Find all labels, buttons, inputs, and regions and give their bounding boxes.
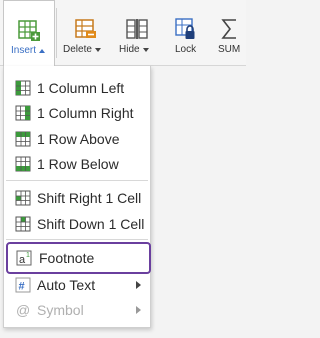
- insert-column-right-icon: [15, 105, 31, 121]
- menu-item-label: Shift Right 1 Cell: [37, 190, 142, 206]
- menu-item-label: 1 Row Below: [37, 156, 119, 172]
- menu-item-shift-down-1-cell[interactable]: Shift Down 1 Cell: [4, 212, 150, 236]
- menu-item-label: 1 Column Left: [37, 80, 125, 96]
- insert-table-icon: [18, 20, 40, 41]
- footnote-icon: a 1: [16, 250, 32, 266]
- menu-item-1-column-right[interactable]: 1 Column Right: [4, 101, 150, 125]
- toolbar: Insert Delete Hide Lock SUM: [0, 0, 246, 66]
- menu-item-footnote[interactable]: a 1 Footnote: [6, 242, 151, 274]
- menu-item-label: Footnote: [39, 250, 95, 266]
- menu-item-label: 1 Column Right: [37, 105, 134, 121]
- auto-text-icon: #: [15, 277, 31, 293]
- delete-label: Delete: [63, 44, 92, 55]
- menu-divider: [6, 239, 148, 240]
- hide-column-icon: [126, 19, 148, 39]
- menu-item-label: Symbol: [37, 302, 84, 318]
- shift-down-icon: [15, 216, 31, 232]
- sum-label: SUM: [218, 44, 241, 55]
- toolbar-divider: [56, 8, 57, 58]
- insert-column-left-icon: [15, 80, 31, 96]
- lock-icon: [175, 18, 195, 39]
- insert-row-below-icon: [15, 156, 31, 172]
- svg-text:a: a: [19, 254, 26, 266]
- caret-up-icon: [39, 48, 46, 53]
- svg-text:#: #: [19, 281, 25, 293]
- menu-item-1-column-left[interactable]: 1 Column Left: [4, 76, 150, 100]
- caret-down-icon: [94, 47, 101, 52]
- symbol-icon: @: [16, 302, 30, 318]
- lock-button[interactable]: Lock: [164, 0, 208, 66]
- menu-item-auto-text[interactable]: # Auto Text: [4, 273, 150, 297]
- lock-label: Lock: [175, 44, 197, 55]
- shift-right-icon: [15, 190, 31, 206]
- menu-item-symbol: @ Symbol: [4, 298, 150, 322]
- sum-icon: [221, 19, 236, 39]
- delete-button[interactable]: Delete: [58, 0, 110, 66]
- menu-item-label: Auto Text: [37, 277, 96, 293]
- submenu-arrow-icon: [136, 281, 141, 289]
- hide-button[interactable]: Hide: [115, 0, 159, 66]
- submenu-arrow-icon: [136, 306, 141, 314]
- svg-text:1: 1: [26, 252, 30, 259]
- delete-table-icon: [75, 19, 96, 38]
- insert-button[interactable]: Insert: [3, 0, 55, 66]
- menu-divider: [6, 180, 148, 181]
- menu-item-1-row-above[interactable]: 1 Row Above: [4, 127, 150, 151]
- sum-button[interactable]: SUM: [212, 0, 246, 66]
- hide-label: Hide: [119, 44, 140, 55]
- menu-item-shift-right-1-cell[interactable]: Shift Right 1 Cell: [4, 186, 150, 210]
- insert-row-above-icon: [15, 131, 31, 147]
- svg-text:@: @: [16, 302, 30, 318]
- menu-item-1-row-below[interactable]: 1 Row Below: [4, 152, 150, 176]
- caret-down-icon: [142, 47, 149, 52]
- menu-item-label: 1 Row Above: [37, 131, 120, 147]
- insert-label: Insert: [11, 45, 37, 56]
- menu-item-label: Shift Down 1 Cell: [37, 216, 145, 232]
- insert-dropdown-menu: 1 Column Left 1 Column Right 1 Row Above: [3, 66, 151, 328]
